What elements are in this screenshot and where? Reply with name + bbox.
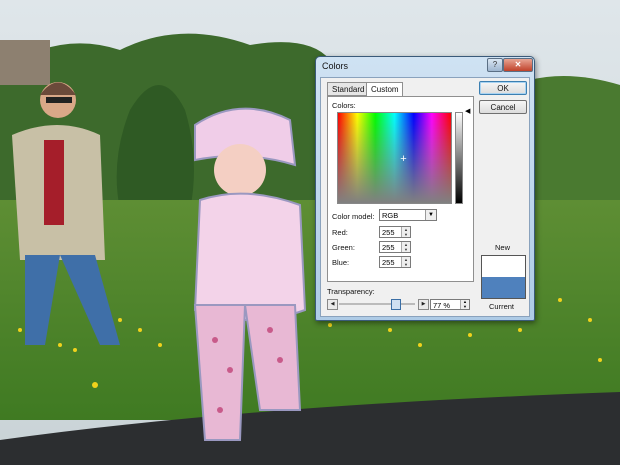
title-bar[interactable]: Colors ? ✕	[316, 57, 534, 77]
dialog-title: Colors	[322, 61, 349, 71]
spin-up-down-icon[interactable]: ▲ ▼	[401, 227, 410, 237]
arrow-right-icon[interactable]: ▶	[418, 299, 429, 310]
new-color-swatch	[482, 256, 525, 277]
spin-up-down-icon[interactable]: ▲ ▼	[401, 257, 410, 267]
color-model-value: RGB	[382, 211, 399, 220]
color-preview	[481, 255, 526, 299]
transparency-field[interactable]: 77 % ▲ ▼	[430, 299, 470, 310]
close-button[interactable]: ✕	[503, 58, 533, 72]
colors-dialog: Colors ? ✕ Standard Custom Colors: + ◀ C…	[315, 56, 535, 321]
red-value: 255	[382, 228, 395, 237]
slider-thumb[interactable]	[391, 299, 402, 310]
slider-track[interactable]	[339, 303, 415, 305]
color-model-select[interactable]: RGB ▼	[379, 209, 437, 221]
new-label: New	[495, 243, 511, 252]
transparency-slider[interactable]: ◀ ▶	[327, 299, 429, 310]
luminance-bar[interactable]	[455, 112, 463, 204]
chevron-down-icon[interactable]: ▼	[425, 210, 436, 220]
color-spectrum[interactable]: +	[337, 112, 452, 204]
transparency-label: Transparency:	[327, 287, 375, 296]
help-button[interactable]: ?	[487, 58, 503, 72]
blue-field[interactable]: 255 ▲ ▼	[379, 256, 411, 268]
ok-button[interactable]: OK	[479, 81, 527, 95]
cancel-button[interactable]: Cancel	[479, 100, 527, 114]
green-label: Green:	[332, 243, 355, 252]
color-model-label: Color model:	[332, 212, 375, 221]
current-color-swatch	[482, 277, 525, 298]
crosshair-icon: +	[400, 153, 407, 165]
red-field[interactable]: 255 ▲ ▼	[379, 226, 411, 238]
colors-label: Colors:	[332, 101, 356, 110]
green-field[interactable]: 255 ▲ ▼	[379, 241, 411, 253]
green-value: 255	[382, 243, 395, 252]
transparency-value: 77 %	[433, 301, 451, 310]
blue-label: Blue:	[332, 258, 350, 267]
luminance-arrow-icon[interactable]: ◀	[465, 107, 470, 115]
tab-custom[interactable]: Custom	[366, 82, 403, 97]
arrow-left-icon[interactable]: ◀	[327, 299, 338, 310]
tab-standard[interactable]: Standard	[327, 82, 367, 96]
spin-up-down-icon[interactable]: ▲ ▼	[460, 299, 469, 309]
red-label: Red:	[332, 228, 348, 237]
dialog-client-area: Standard Custom Colors: + ◀ Color model:…	[320, 77, 530, 317]
custom-tab-panel: Colors: + ◀ Color model: RGB ▼ Red: 255 …	[327, 96, 474, 282]
blue-value: 255	[382, 258, 395, 267]
current-label: Current	[489, 302, 515, 311]
spin-up-down-icon[interactable]: ▲ ▼	[401, 242, 410, 252]
